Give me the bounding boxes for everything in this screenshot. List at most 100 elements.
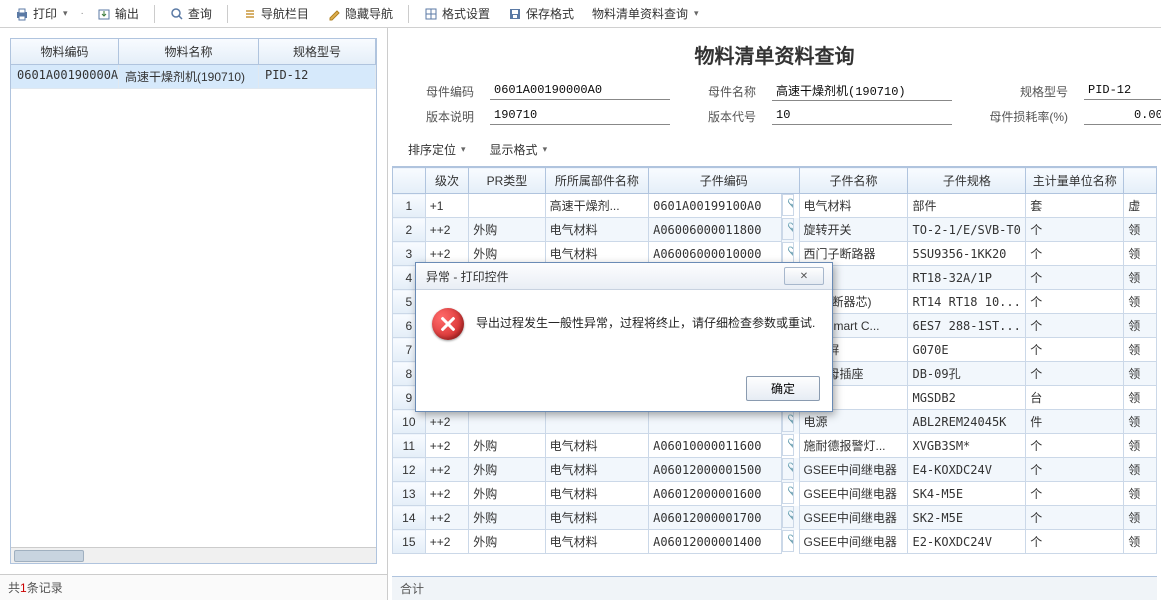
cell-name: 高速干燥剂机(190710) bbox=[119, 65, 259, 88]
dropdown-icon: ▾ bbox=[461, 144, 466, 155]
cell-rownum: 13 bbox=[393, 482, 426, 506]
left-footer: 共1条记录 bbox=[0, 574, 387, 600]
export-label: 输出 bbox=[115, 5, 139, 22]
attachment-icon[interactable]: 📎 bbox=[782, 218, 794, 240]
value-loss[interactable]: 0.000 bbox=[1084, 107, 1161, 125]
horizontal-scrollbar[interactable] bbox=[11, 547, 376, 563]
cell-extra: 领 bbox=[1124, 362, 1157, 386]
cell-level: ++2 bbox=[425, 458, 469, 482]
close-button[interactable]: ✕ bbox=[784, 267, 824, 285]
cell-extra: 领 bbox=[1124, 290, 1157, 314]
cell-rownum: 10 bbox=[393, 410, 426, 434]
attachment-icon[interactable]: 📎 bbox=[782, 410, 794, 432]
saveformat-label: 保存格式 bbox=[526, 5, 574, 22]
cell-childcode: 0601A00199100A0 bbox=[649, 194, 782, 218]
cell-childname: 施耐德报警灯... bbox=[799, 434, 908, 458]
table-row[interactable]: 13++2外购电气材料A06012000001600📎GSEE中间继电器SK4-… bbox=[393, 482, 1157, 506]
cell-prtype bbox=[469, 410, 545, 434]
footer-prefix: 共 bbox=[8, 581, 20, 595]
attachment-icon[interactable]: 📎 bbox=[782, 506, 794, 528]
format-button[interactable]: 格式设置 bbox=[417, 2, 497, 25]
divider bbox=[154, 5, 155, 23]
table-row[interactable]: 12++2外购电气材料A06012000001500📎GSEE中间继电器E4-K… bbox=[393, 458, 1157, 482]
label-spec: 规格型号 bbox=[968, 83, 1068, 100]
cell-level: ++2 bbox=[425, 482, 469, 506]
cell-childcode: A06012000001700 bbox=[649, 506, 782, 530]
cell-extra: 领 bbox=[1124, 386, 1157, 410]
dialog-message: 导出过程发生一般性异常，过程将终止，请仔细检查参数或重试. bbox=[476, 308, 815, 331]
cell-prtype: 外购 bbox=[469, 482, 545, 506]
data-grid-header: 级次 PR类型 所所属部件名称 子件编码 子件名称 子件规格 主计量单位名称 bbox=[393, 168, 1157, 194]
cell-childcode: A06012000001500 bbox=[649, 458, 782, 482]
cell-childcode: A06012000001400 bbox=[649, 530, 782, 554]
table-row[interactable]: 1+1高速干燥剂...0601A00199100A0📎电气材料部件套虚 bbox=[393, 194, 1157, 218]
hidenav-button[interactable]: 隐藏导航 bbox=[320, 2, 400, 25]
export-button[interactable]: 输出 bbox=[90, 2, 146, 25]
value-parent-name[interactable]: 高速干燥剂机(190710) bbox=[772, 81, 952, 101]
col-material-name[interactable]: 物料名称 bbox=[119, 39, 259, 64]
display-button[interactable]: 显示格式▾ bbox=[482, 139, 556, 160]
ok-button[interactable]: 确定 bbox=[746, 376, 820, 401]
col-prtype[interactable]: PR类型 bbox=[469, 168, 545, 194]
table-row[interactable]: 14++2外购电气材料A06012000001700📎GSEE中间继电器SK2-… bbox=[393, 506, 1157, 530]
cell-childspec: 部件 bbox=[908, 194, 1026, 218]
value-parent-code[interactable]: 0601A00190000A0 bbox=[490, 82, 670, 100]
cell-extra: 领 bbox=[1124, 482, 1157, 506]
cell-uom: 个 bbox=[1026, 242, 1124, 266]
navbar-button[interactable]: 导航栏目 bbox=[236, 2, 316, 25]
cell-uom: 个 bbox=[1026, 290, 1124, 314]
grid-icon bbox=[424, 7, 438, 21]
title-lookup-button[interactable]: 物料清单资料查询 ▾ bbox=[585, 2, 706, 25]
cell-extra: 领 bbox=[1124, 266, 1157, 290]
table-row[interactable]: 11++2外购电气材料A06010000011600📎施耐德报警灯...XVGB… bbox=[393, 434, 1157, 458]
left-grid-body[interactable]: 0601A00190000A0 高速干燥剂机(190710) PID-12 bbox=[11, 65, 376, 547]
dialog-titlebar[interactable]: 异常 - 打印控件 ✕ bbox=[416, 263, 832, 290]
col-rownum[interactable] bbox=[393, 168, 426, 194]
label-ver-desc: 版本说明 bbox=[404, 108, 474, 125]
attachment-icon[interactable]: 📎 bbox=[782, 242, 794, 264]
cell-code: 0601A00190000A0 bbox=[11, 65, 119, 88]
cell-parentpart: 电气材料 bbox=[545, 506, 649, 530]
attachment-icon[interactable]: 📎 bbox=[782, 458, 794, 480]
cell-extra: 领 bbox=[1124, 458, 1157, 482]
table-row[interactable]: 10++2📎电源ABL2REM24045K件领 bbox=[393, 410, 1157, 434]
cell-childspec: SK2-M5E bbox=[908, 506, 1026, 530]
label-loss: 母件损耗率(%) bbox=[968, 108, 1068, 125]
attachment-icon[interactable]: 📎 bbox=[782, 482, 794, 504]
col-childname[interactable]: 子件名称 bbox=[799, 168, 908, 194]
saveformat-button[interactable]: 保存格式 bbox=[501, 2, 581, 25]
table-row[interactable]: 2++2外购电气材料A06006000011800📎旋转开关TO-2-1/E/S… bbox=[393, 218, 1157, 242]
query-button[interactable]: 查询 bbox=[163, 2, 219, 25]
form-area: 母件编码 0601A00190000A0 母件名称 高速干燥剂机(190710)… bbox=[388, 77, 1161, 133]
left-grid-row[interactable]: 0601A00190000A0 高速干燥剂机(190710) PID-12 bbox=[11, 65, 376, 89]
col-extra[interactable] bbox=[1124, 168, 1157, 194]
sort-button[interactable]: 排序定位▾ bbox=[400, 139, 474, 160]
cell-level: +1 bbox=[425, 194, 469, 218]
col-childcode[interactable]: 子件编码 bbox=[649, 168, 799, 194]
col-material-code[interactable]: 物料编码 bbox=[11, 39, 119, 64]
col-childspec[interactable]: 子件规格 bbox=[908, 168, 1026, 194]
col-level[interactable]: 级次 bbox=[425, 168, 469, 194]
print-button[interactable]: 打印 ▾ bbox=[8, 2, 75, 25]
cell-extra: 领 bbox=[1124, 338, 1157, 362]
cell-uom: 台 bbox=[1026, 386, 1124, 410]
value-ver-code[interactable]: 10 bbox=[772, 107, 952, 125]
value-ver-desc[interactable]: 190710 bbox=[490, 107, 670, 125]
cell-parentpart: 电气材料 bbox=[545, 458, 649, 482]
left-grid-header: 物料编码 物料名称 规格型号 bbox=[11, 39, 376, 65]
col-uom[interactable]: 主计量单位名称 bbox=[1026, 168, 1124, 194]
table-row[interactable]: 15++2外购电气材料A06012000001400📎GSEE中间继电器E2-K… bbox=[393, 530, 1157, 554]
attachment-icon[interactable]: 📎 bbox=[782, 434, 794, 456]
cell-uom: 个 bbox=[1026, 266, 1124, 290]
error-dialog: 异常 - 打印控件 ✕ 导出过程发生一般性异常，过程将终止，请仔细检查参数或重试… bbox=[415, 262, 833, 412]
attachment-icon[interactable]: 📎 bbox=[782, 194, 794, 216]
cell-rownum: 14 bbox=[393, 506, 426, 530]
cell-extra: 领 bbox=[1124, 410, 1157, 434]
attachment-icon[interactable]: 📎 bbox=[782, 530, 794, 552]
col-parentpart[interactable]: 所所属部件名称 bbox=[545, 168, 649, 194]
cell-childspec: TO-2-1/E/SVB-T0 bbox=[908, 218, 1026, 242]
cell-extra: 领 bbox=[1124, 530, 1157, 554]
value-spec[interactable]: PID-12 bbox=[1084, 82, 1161, 100]
footer-count: 1 bbox=[20, 581, 27, 595]
col-spec[interactable]: 规格型号 bbox=[259, 39, 376, 64]
